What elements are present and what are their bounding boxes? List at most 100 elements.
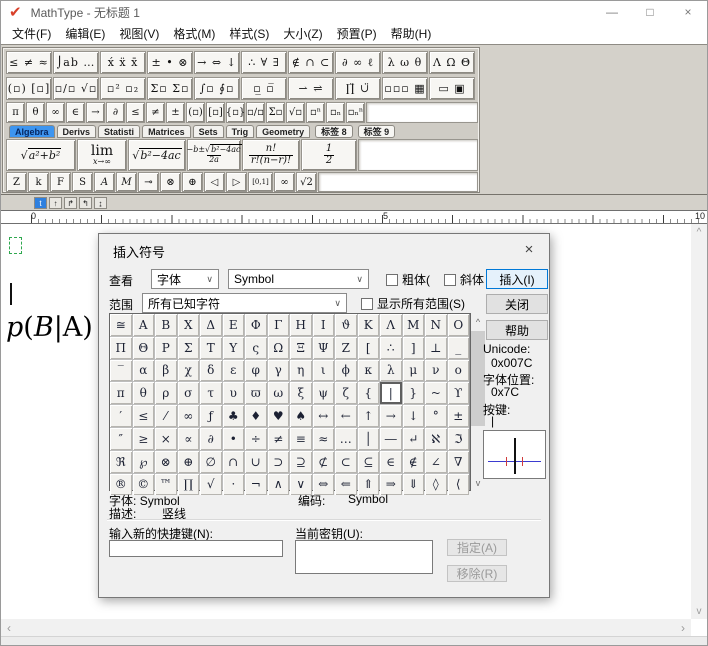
symbol-cell[interactable]: ⊇ (290, 451, 312, 473)
symbol-cell[interactable]: ℑ (448, 428, 470, 450)
symbol-cell[interactable]: Ρ (155, 337, 177, 359)
scroll-right-icon[interactable]: › (675, 619, 691, 637)
menu-item[interactable]: 文件(F) (5, 23, 58, 44)
symbol-cell[interactable]: ≥ (133, 428, 155, 450)
vertical-scrollbar[interactable]: ^ v (691, 224, 707, 619)
symbol-palette-button[interactable]: ⌡ab … (53, 51, 99, 74)
symbol-cell[interactable]: ↔ (313, 405, 335, 427)
small-bar-button[interactable]: ∞ (46, 102, 65, 123)
bottom-bar-button[interactable]: F (50, 172, 71, 192)
symbol-cell[interactable]: Δ (200, 314, 222, 336)
symbol-cell[interactable]: ← (335, 405, 357, 427)
horizontal-scrollbar[interactable]: ‹ › (1, 619, 691, 637)
symbol-cell[interactable]: ℘ (133, 451, 155, 473)
symbol-cell[interactable]: Ι (313, 314, 335, 336)
bottom-bar-button[interactable]: ∞ (274, 172, 295, 192)
symbol-cell[interactable]: Κ (358, 314, 380, 336)
symbol-cell[interactable]: ≈ (313, 428, 335, 450)
symbol-cell[interactable]: λ (380, 360, 402, 382)
bottom-bar-button[interactable]: ⊕ (182, 172, 203, 192)
italic-checkbox[interactable]: 斜体(I (444, 271, 484, 288)
symbol-cell[interactable]: Ο (448, 314, 470, 336)
symbol-cell[interactable]: Ζ (335, 337, 357, 359)
small-bar-button[interactable]: ▫ₙ (326, 102, 345, 123)
new-shortcut-input[interactable] (109, 540, 283, 557)
tab-statisti[interactable]: Statisti (98, 125, 140, 138)
symbol-cell[interactable]: ∧ (268, 474, 290, 496)
symbol-cell[interactable]: Φ (245, 314, 267, 336)
symbol-cell[interactable]: ψ (313, 382, 335, 404)
template-palette-button[interactable]: ▫² ▫₂ (100, 77, 146, 100)
symbol-cell[interactable]: θ (133, 382, 155, 404)
symbol-cell[interactable]: Ε (223, 314, 245, 336)
symbol-cell[interactable]: Χ (178, 314, 200, 336)
template-palette-button[interactable]: ▭ ▣ (429, 77, 475, 100)
symbol-cell[interactable]: ∅ (200, 451, 222, 473)
symbol-cell[interactable]: ⋅ (223, 474, 245, 496)
symbol-cell[interactable]: Ν (425, 314, 447, 336)
symbol-cell[interactable]: ℜ (110, 451, 132, 473)
scroll-down-icon[interactable]: v (691, 603, 707, 619)
symbol-cell[interactable]: ] (403, 337, 425, 359)
small-bar-button[interactable]: ∈ (66, 102, 85, 123)
expression-template-button[interactable]: 12 (301, 139, 357, 171)
symbol-cell[interactable]: ≤ (133, 405, 155, 427)
menu-item[interactable]: 编辑(E) (58, 23, 112, 44)
symbol-cell[interactable]: ⊆ (358, 451, 380, 473)
symbol-cell[interactable]: ∇ (448, 451, 470, 473)
symbol-cell[interactable]: Γ (268, 314, 290, 336)
tab-stop-button[interactable]: ↨ (94, 197, 107, 209)
symbol-cell[interactable]: ⁄ (155, 405, 177, 427)
expression-template-button[interactable]: limx→∞ (77, 139, 127, 171)
expression-template-button[interactable]: √b²−4ac (128, 139, 186, 171)
symbol-cell[interactable]: Ω (268, 337, 290, 359)
menu-item[interactable]: 预置(P) (330, 23, 384, 44)
small-bar-button[interactable]: (▫) (186, 102, 205, 123)
symbol-cell[interactable]: η (290, 360, 312, 382)
symbol-cell[interactable]: Σ (178, 337, 200, 359)
symbol-cell[interactable]: ♠ (290, 405, 312, 427)
symbol-cell[interactable]: _ (448, 337, 470, 359)
template-palette-button[interactable]: Σ▫ Σ▫ (147, 77, 193, 100)
symbol-cell[interactable]: Ξ (290, 337, 312, 359)
symbol-palette-button[interactable]: λ ω θ (382, 51, 428, 74)
symbol-cell[interactable]: ⊗ (155, 451, 177, 473)
symbol-cell[interactable]: τ (200, 382, 222, 404)
symbol-cell[interactable]: ÷ (245, 428, 267, 450)
symbol-cell[interactable]: ⊄ (313, 451, 335, 473)
symbol-cell[interactable]: π (110, 382, 132, 404)
menu-item[interactable]: 格式(M) (166, 23, 222, 44)
template-palette-button[interactable]: ▫̲ ▫̅ (241, 77, 287, 100)
maximize-button[interactable]: □ (631, 1, 669, 23)
symbol-cell[interactable]: ι (313, 360, 335, 382)
small-bar-button[interactable]: → (86, 102, 105, 123)
symbol-cell[interactable]: ε (223, 360, 245, 382)
bottom-bar-button[interactable]: ⊸ (138, 172, 159, 192)
symbol-cell[interactable]: ⊕ (178, 451, 200, 473)
bottom-bar-button[interactable]: A (94, 172, 115, 192)
expression-template-button[interactable]: −b±√b²−4ac2a (187, 139, 241, 171)
symbol-cell[interactable]: → (380, 405, 402, 427)
range-combobox[interactable]: 所有已知字符 ∨ (142, 293, 347, 313)
symbol-cell[interactable]: χ (178, 360, 200, 382)
tab-sets[interactable]: Sets (193, 125, 224, 138)
menu-item[interactable]: 大小(Z) (276, 23, 329, 44)
small-bar-button[interactable]: ∂ (106, 102, 125, 123)
bottom-bar-button[interactable]: k (28, 172, 49, 192)
symbol-cell[interactable]: ↓ (403, 405, 425, 427)
symbol-cell[interactable]: Υ (223, 337, 245, 359)
symbol-cell[interactable]: Θ (133, 337, 155, 359)
symbol-cell[interactable]: ϒ (448, 382, 470, 404)
symbol-cell[interactable]: ~ (425, 382, 447, 404)
symbol-cell[interactable]: φ (245, 360, 267, 382)
tab-标签-8[interactable]: 标签 8 (315, 125, 353, 138)
symbol-cell[interactable]: ϕ (335, 360, 357, 382)
symbol-cell[interactable]: μ (403, 360, 425, 382)
template-palette-button[interactable]: ▫▫▫ ▦ (382, 77, 428, 100)
tab-stop-button[interactable]: ↰ (79, 197, 92, 209)
current-key-listbox[interactable] (295, 540, 433, 574)
symbol-palette-button[interactable]: ± • ⊗ (147, 51, 193, 74)
symbol-cell[interactable]: { (358, 382, 380, 404)
bold-checkbox[interactable]: 粗体( (386, 271, 441, 288)
symbol-cell[interactable]: ο (448, 360, 470, 382)
